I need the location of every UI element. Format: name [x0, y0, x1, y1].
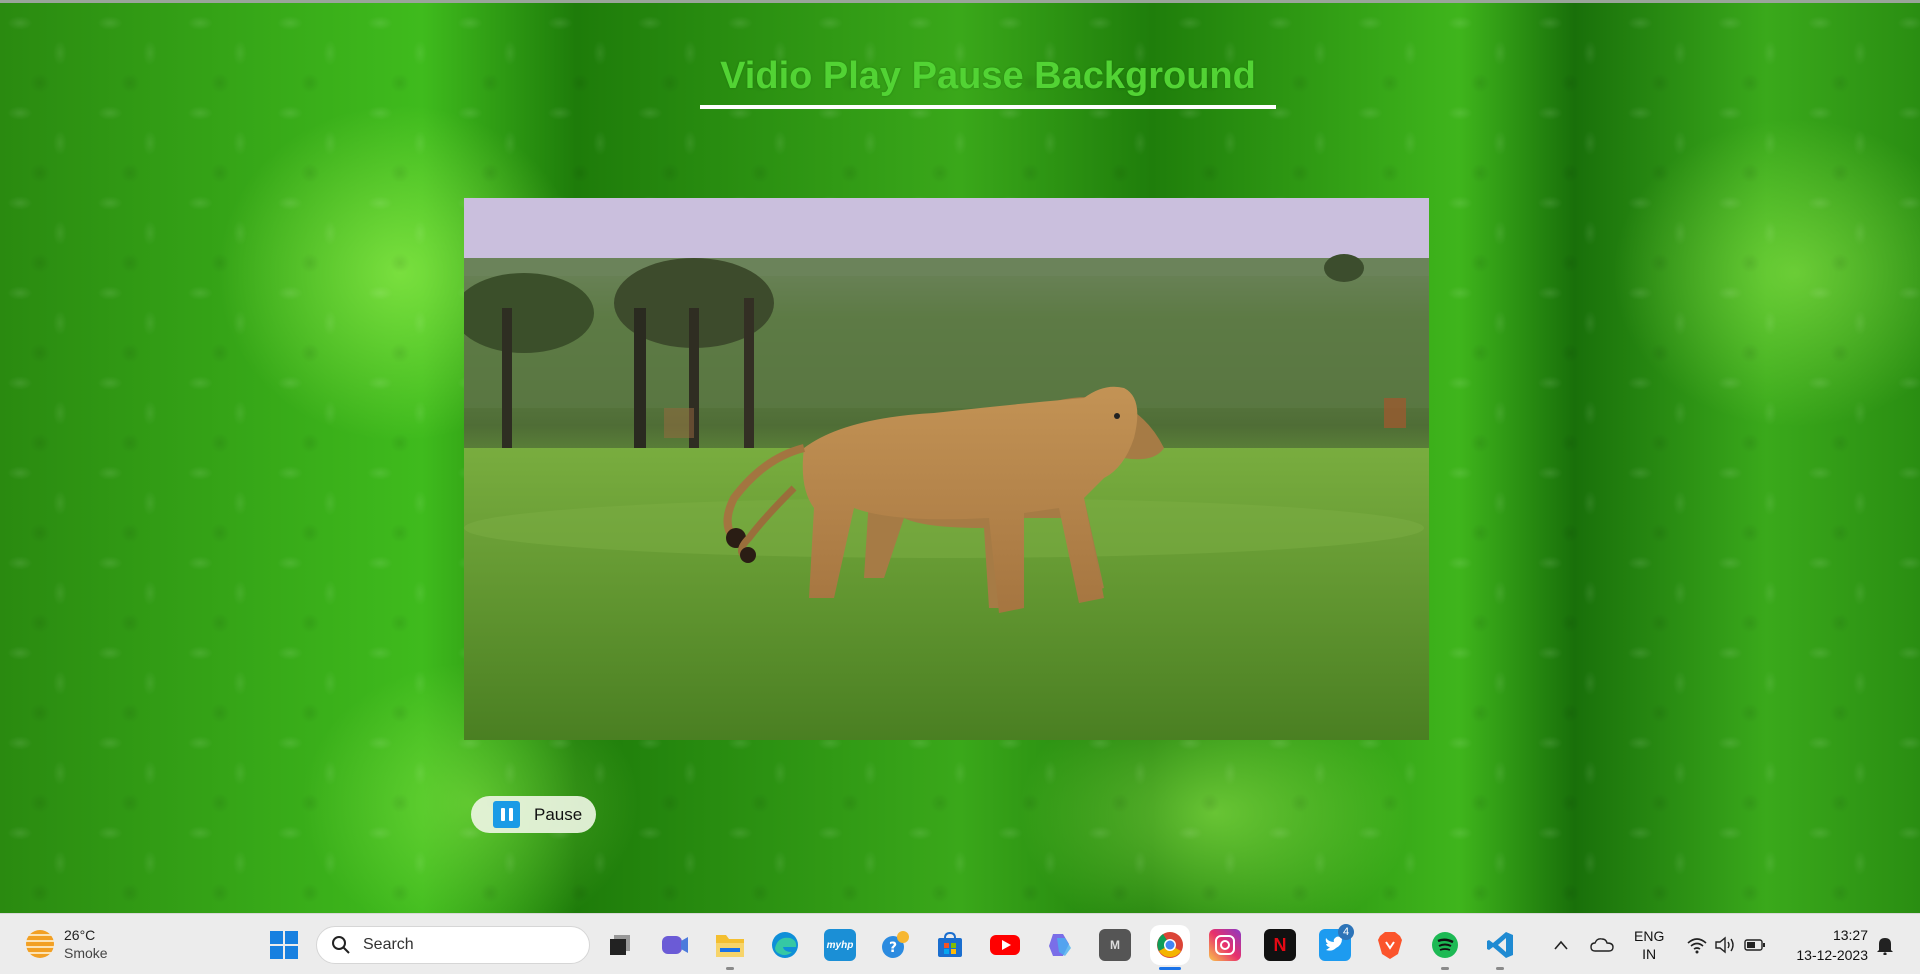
- weather-condition: Smoke: [64, 945, 108, 961]
- region-code: IN: [1642, 945, 1657, 962]
- clock[interactable]: 13:27 13-12-2023: [1786, 925, 1868, 965]
- twitter-notification-badge: 4: [1338, 924, 1354, 940]
- m-app-icon[interactable]: M: [1099, 929, 1131, 961]
- pause-button[interactable]: Pause: [471, 796, 596, 833]
- language-code: ENG: [1634, 927, 1665, 944]
- pause-icon: [493, 801, 520, 828]
- search-icon: [332, 936, 350, 954]
- clock-time: 13:27: [1832, 927, 1868, 943]
- meet-icon[interactable]: [659, 929, 691, 961]
- notification-bell-icon[interactable]: [1876, 914, 1894, 974]
- title-underline: [700, 105, 1276, 109]
- vscode-icon[interactable]: [1484, 929, 1516, 961]
- get-help-icon[interactable]: ?: [879, 929, 911, 961]
- weather-temperature: 26°C: [64, 927, 96, 943]
- onedrive-icon[interactable]: [1590, 914, 1614, 974]
- input-language-indicator[interactable]: ENG IN: [1634, 914, 1664, 974]
- pause-button-label: Pause: [534, 804, 583, 824]
- vscode-running-indicator: [1496, 967, 1504, 970]
- microsoft-store-icon[interactable]: [934, 929, 966, 961]
- wifi-icon[interactable]: [1686, 914, 1708, 974]
- volume-icon[interactable]: [1714, 914, 1736, 974]
- myhp-icon[interactable]: myhp: [824, 929, 856, 961]
- instagram-icon[interactable]: [1209, 929, 1241, 961]
- spotify-icon[interactable]: [1429, 929, 1461, 961]
- chrome-icon[interactable]: [1154, 929, 1186, 961]
- copilot-icon[interactable]: [1044, 929, 1076, 961]
- spotify-running-indicator: [1441, 967, 1449, 970]
- smoke-weather-icon: [26, 930, 54, 958]
- svg-text:?: ?: [889, 940, 897, 956]
- file-explorer-icon[interactable]: [714, 929, 746, 961]
- search-placeholder: Search: [363, 936, 414, 953]
- youtube-icon[interactable]: [989, 929, 1021, 961]
- battery-icon[interactable]: [1744, 914, 1766, 974]
- taskbar-search-box[interactable]: Search: [316, 926, 590, 964]
- clock-date: 13-12-2023: [1796, 947, 1868, 963]
- weather-widget[interactable]: 26°C Smoke: [26, 926, 108, 962]
- video-frame-lionesses: [464, 198, 1429, 740]
- file-explorer-running-indicator: [726, 967, 734, 970]
- chevron-up-icon: [1554, 940, 1568, 950]
- task-view-icon[interactable]: [604, 929, 636, 961]
- show-hidden-icons-button[interactable]: [1552, 914, 1570, 974]
- edge-icon[interactable]: [769, 929, 801, 961]
- page-title: Vidio Play Pause Background: [720, 55, 1256, 97]
- video-player[interactable]: [464, 198, 1429, 740]
- brave-icon[interactable]: [1374, 929, 1406, 961]
- netflix-icon[interactable]: N: [1264, 929, 1296, 961]
- chrome-active-indicator: [1159, 967, 1181, 970]
- taskbar: 26°C Smoke Search myhp ? M N 4 ENG IN 13…: [0, 913, 1920, 974]
- start-windows-icon[interactable]: [270, 931, 298, 959]
